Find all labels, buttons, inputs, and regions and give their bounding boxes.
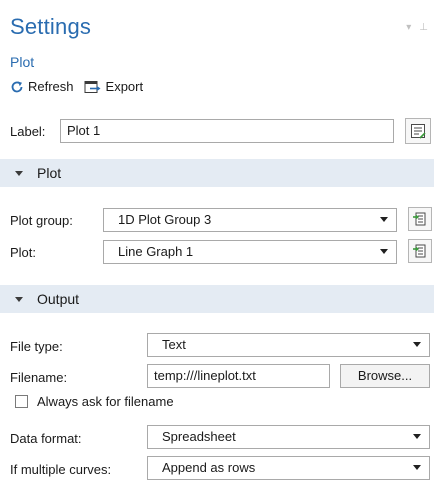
file-type-select[interactable]: Text	[147, 333, 430, 357]
filename-input[interactable]: temp:///lineplot.txt	[147, 364, 330, 388]
collapse-triangle-icon	[15, 170, 23, 176]
node-type-label: Plot	[10, 54, 35, 70]
pin-icon[interactable]: ⊥	[419, 22, 428, 33]
always-ask-checkbox[interactable]	[15, 395, 28, 408]
chevron-down-icon	[380, 217, 388, 222]
plot-group-value: 1D Plot Group 3	[118, 212, 212, 227]
filename-label: Filename:	[10, 370, 68, 385]
chevron-down-icon	[413, 342, 421, 347]
always-ask-label: Always ask for filename	[37, 394, 174, 409]
section-plot-title: Plot	[37, 165, 62, 181]
toolbar: Refresh Export	[10, 79, 143, 94]
go-to-plot-button[interactable]	[408, 239, 432, 263]
section-plot-header[interactable]: Plot	[0, 159, 434, 187]
collapse-triangle-icon	[15, 296, 23, 302]
export-icon	[84, 80, 101, 93]
page-title: Settings	[10, 14, 92, 39]
browse-button[interactable]: Browse...	[340, 364, 430, 388]
data-format-select[interactable]: Spreadsheet	[147, 425, 430, 449]
refresh-label: Refresh	[28, 79, 74, 94]
chevron-down-icon	[380, 249, 388, 254]
file-type-value: Text	[162, 337, 186, 352]
data-format-label: Data format:	[10, 431, 82, 446]
label-reset-button[interactable]	[405, 118, 431, 144]
plot-group-label: Plot group:	[10, 213, 73, 228]
chevron-down-icon	[413, 465, 421, 470]
label-field-label: Label:	[10, 124, 46, 139]
go-to-plot-group-button[interactable]	[408, 207, 432, 231]
section-output-title: Output	[37, 291, 80, 307]
export-label: Export	[105, 79, 144, 94]
window-menu-icon[interactable]: ▾	[406, 22, 411, 33]
plot-value: Line Graph 1	[118, 244, 194, 259]
export-button[interactable]: Export	[84, 79, 144, 94]
edit-label-icon	[411, 124, 426, 139]
section-output-header[interactable]: Output	[0, 285, 434, 313]
refresh-icon	[11, 81, 23, 92]
go-to-source-icon	[413, 244, 426, 258]
plot-select[interactable]: Line Graph 1	[103, 240, 397, 264]
multiple-curves-value: Append as rows	[162, 460, 256, 475]
label-input[interactable]: Plot 1	[60, 119, 394, 143]
multiple-curves-label: If multiple curves:	[10, 462, 112, 477]
window-controls: ▾ ⊥	[406, 22, 428, 33]
refresh-button[interactable]: Refresh	[10, 79, 74, 94]
multiple-curves-select[interactable]: Append as rows	[147, 456, 430, 480]
chevron-down-icon	[413, 434, 421, 439]
data-format-value: Spreadsheet	[162, 429, 236, 444]
plot-label: Plot:	[10, 245, 37, 260]
file-type-label: File type:	[10, 339, 63, 354]
go-to-source-icon	[413, 212, 426, 226]
plot-group-select[interactable]: 1D Plot Group 3	[103, 208, 397, 232]
